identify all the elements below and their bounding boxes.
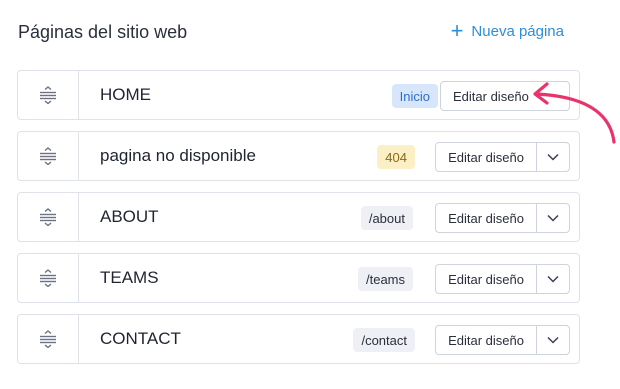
page-name: HOME xyxy=(100,85,151,104)
drag-handle[interactable] xyxy=(18,254,79,302)
page-row-home: HOME Inicio Editar diseño xyxy=(17,70,580,120)
drag-handle-icon xyxy=(40,208,56,226)
edit-design-button[interactable]: Editar diseño xyxy=(436,204,536,232)
new-page-button[interactable]: + Nueva página xyxy=(450,18,564,43)
edit-design-group: Editar diseño xyxy=(435,264,570,294)
drag-handle-icon xyxy=(40,86,56,104)
more-options-button[interactable] xyxy=(536,204,569,232)
drag-handle[interactable] xyxy=(18,132,79,180)
drag-handle[interactable] xyxy=(18,315,79,363)
chevron-down-icon xyxy=(547,275,559,283)
drag-handle-icon xyxy=(40,147,56,165)
more-options-button[interactable] xyxy=(536,265,569,293)
drag-handle-icon xyxy=(40,330,56,348)
page-name: TEAMS xyxy=(100,268,159,287)
plus-icon: + xyxy=(450,18,464,43)
page-row-404: pagina no disponible 404 Editar diseño xyxy=(17,131,580,181)
slug-badge: /contact xyxy=(353,328,415,352)
edit-design-group: Editar diseño xyxy=(435,203,570,233)
edit-design-button[interactable]: Editar diseño xyxy=(436,326,536,354)
page-header: Páginas del sitio web + Nueva página xyxy=(18,20,578,46)
slug-badge: /about xyxy=(360,206,413,230)
edit-design-button[interactable]: Editar diseño xyxy=(436,143,536,171)
page-row-about: ABOUT /about Editar diseño xyxy=(17,192,580,242)
page-name: CONTACT xyxy=(100,329,181,348)
chevron-down-icon xyxy=(547,336,559,344)
home-badge: Inicio xyxy=(391,84,438,108)
page-title: Páginas del sitio web xyxy=(18,22,188,42)
page-row-contact: CONTACT /contact Editar diseño xyxy=(17,314,580,364)
new-page-label: Nueva página xyxy=(471,22,564,40)
drag-handle[interactable] xyxy=(18,71,79,119)
slug-badge: /teams xyxy=(357,267,413,291)
page-name: ABOUT xyxy=(100,207,159,226)
drag-handle[interactable] xyxy=(18,193,79,241)
edit-design-button[interactable]: Editar diseño xyxy=(441,82,541,110)
page-name: pagina no disponible xyxy=(100,146,256,165)
chevron-down-icon xyxy=(547,214,559,222)
curved-arrow-icon xyxy=(533,82,616,144)
more-options-button[interactable] xyxy=(536,326,569,354)
edit-design-group: Editar diseño xyxy=(435,325,570,355)
error-badge: 404 xyxy=(377,145,415,169)
edit-design-button[interactable]: Editar diseño xyxy=(436,265,536,293)
drag-handle-icon xyxy=(40,269,56,287)
page-row-teams: TEAMS /teams Editar diseño xyxy=(17,253,580,303)
